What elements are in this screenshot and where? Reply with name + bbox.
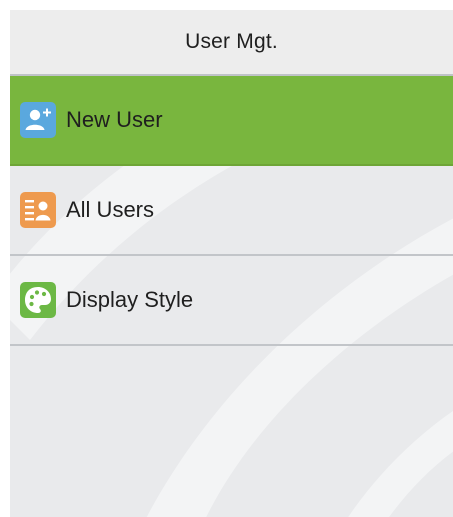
page-title: User Mgt. bbox=[185, 30, 278, 53]
user-list-icon bbox=[20, 192, 56, 228]
menu-item-label: New User bbox=[66, 107, 163, 132]
device-screen: User Mgt. New User All Users Display Sty… bbox=[10, 10, 453, 517]
menu-list: New User All Users Display Style bbox=[10, 76, 453, 346]
add-user-icon bbox=[20, 102, 56, 138]
menu-item-display-style[interactable]: Display Style bbox=[10, 256, 453, 346]
palette-icon bbox=[20, 282, 56, 318]
menu-item-label: All Users bbox=[66, 197, 155, 222]
title-bar: User Mgt. bbox=[10, 10, 453, 76]
menu-item-new-user[interactable]: New User bbox=[10, 76, 453, 166]
menu-item-label: Display Style bbox=[66, 287, 194, 312]
menu-item-all-users[interactable]: All Users bbox=[10, 166, 453, 256]
